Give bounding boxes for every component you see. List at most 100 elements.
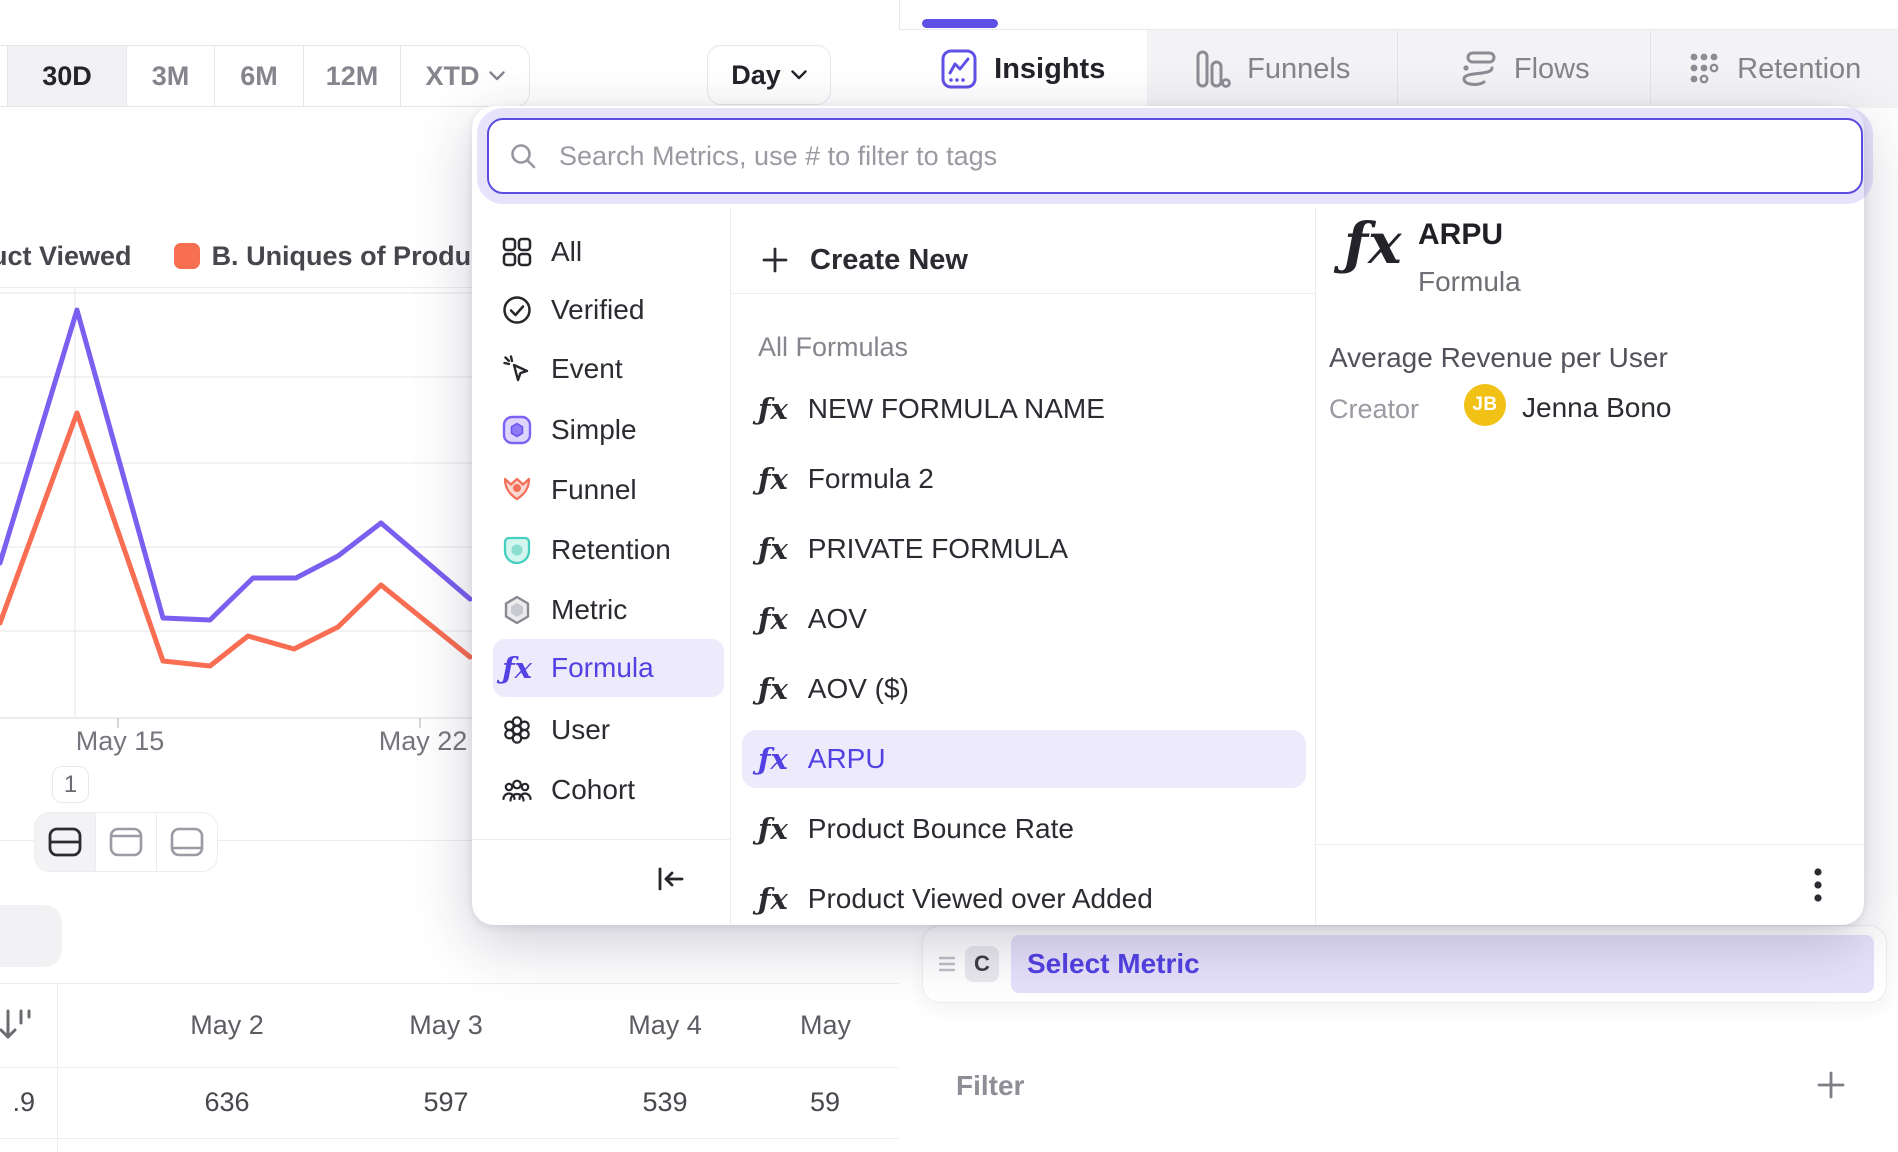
metric-picker-modal: All Verified Event Simple Funnel Retenti… <box>472 106 1864 925</box>
sidebar-item-user[interactable]: User <box>493 701 724 759</box>
select-metric-button[interactable]: Select Metric <box>1011 935 1874 993</box>
drag-handle-icon[interactable] <box>937 954 957 974</box>
chevron-down-icon <box>489 71 505 81</box>
time-range-12m[interactable]: 12M <box>303 46 400 106</box>
formula-name: AOV ($) <box>808 673 909 705</box>
report-type-tabs: Insights Funnels Flows <box>899 30 1898 108</box>
sidebar-item-label: Funnel <box>551 474 637 506</box>
sidebar-item-event[interactable]: Event <box>493 340 724 398</box>
chevron-down-icon <box>791 70 807 80</box>
sidebar-item-label: Formula <box>551 652 654 684</box>
page-1-button[interactable]: 1 <box>52 766 89 803</box>
active-tab-indicator <box>922 19 998 28</box>
formula-list-item-selected[interactable]: ƒx ARPU <box>742 730 1306 788</box>
sidebar-item-cohort[interactable]: Cohort <box>493 761 724 819</box>
flows-icon <box>1458 49 1498 89</box>
filter-section-label: Filter <box>956 1070 1024 1102</box>
layout-top-bar-button[interactable] <box>95 813 156 871</box>
funnel-metric-icon <box>501 474 533 506</box>
legend-item-series-a[interactable]: A. Uniques of Product Viewed <box>0 241 132 272</box>
time-range-control: 30D 3M 6M 12M XTD <box>0 45 530 107</box>
time-range-xtd-dropdown[interactable]: XTD <box>400 46 529 106</box>
formula-name: Product Viewed over Added <box>808 883 1153 915</box>
formula-fx-icon: ƒx <box>758 885 788 914</box>
time-range-30d[interactable]: 30D <box>7 46 126 106</box>
granularity-label: Day <box>731 60 781 91</box>
create-new-label: Create New <box>810 244 968 277</box>
series-b-swatch <box>174 243 200 269</box>
tab-label: Funnels <box>1247 53 1350 86</box>
sidebar-item-retention[interactable]: Retention <box>493 521 724 579</box>
formula-list-item[interactable]: ƒx Product Bounce Rate <box>742 800 1306 858</box>
sidebar-item-label: Simple <box>551 414 637 446</box>
layout-top-icon <box>108 826 144 858</box>
bottom-left-tab[interactable] <box>0 905 62 967</box>
formula-name: ARPU <box>808 743 886 775</box>
series-a-line[interactable] <box>0 310 470 620</box>
formula-fx-icon: ƒx <box>758 605 788 634</box>
granularity-dropdown[interactable]: Day <box>707 45 831 105</box>
x-axis-label: May 15 <box>55 726 185 757</box>
creator-avatar: JB <box>1464 384 1506 426</box>
time-range-3m[interactable]: 3M <box>126 46 214 106</box>
tab-flows[interactable]: Flows <box>1397 30 1650 108</box>
creator-label: Creator <box>1329 394 1419 425</box>
tab-funnels[interactable]: Funnels <box>1147 30 1398 108</box>
time-range-option-partial[interactable] <box>0 46 7 106</box>
formula-list-item[interactable]: ƒx Formula 2 <box>742 450 1306 508</box>
table-header-cell[interactable]: May 3 <box>336 983 556 1067</box>
sidebar-item-label: Cohort <box>551 774 635 806</box>
formula-list-item[interactable]: ƒx Product Viewed over Added <box>742 870 1306 928</box>
sidebar-item-label: Retention <box>551 534 671 566</box>
formula-list-item[interactable]: ƒx NEW FORMULA NAME <box>742 380 1306 438</box>
tab-label: Retention <box>1737 53 1861 86</box>
funnels-icon <box>1193 49 1231 89</box>
metric-row-card: C Select Metric <box>922 925 1887 1003</box>
table-cell: 539 <box>555 1067 775 1138</box>
formula-fx-icon: ƒx <box>758 395 788 424</box>
formula-detail-description: Average Revenue per User <box>1329 342 1668 374</box>
table-row-divider <box>0 1138 899 1139</box>
tab-insights[interactable]: Insights <box>899 30 1147 108</box>
sidebar-item-funnel[interactable]: Funnel <box>493 461 724 519</box>
layout-bottom-icon <box>169 826 205 858</box>
create-new-divider <box>730 293 1315 294</box>
panel-divider <box>899 0 900 30</box>
sidebar-item-all[interactable]: All <box>493 223 724 281</box>
kebab-menu-icon[interactable] <box>1812 866 1824 904</box>
add-filter-button[interactable] <box>1814 1068 1848 1102</box>
x-axis-label: May 22 <box>358 726 488 757</box>
sidebar-item-formula[interactable]: ƒx Formula <box>493 639 724 697</box>
formula-fx-icon: ƒx <box>758 745 788 774</box>
formula-fx-icon: ƒx <box>501 652 533 684</box>
layout-bottom-bar-button[interactable] <box>156 813 217 871</box>
formula-fx-icon: ƒx <box>758 465 788 494</box>
retention-metric-icon <box>501 534 533 566</box>
tab-retention[interactable]: Retention <box>1650 30 1898 108</box>
sidebar-item-simple[interactable]: Simple <box>493 401 724 459</box>
table-cell: .9 <box>0 1067 35 1138</box>
formula-fx-icon-large: ƒx <box>1344 216 1401 272</box>
layout-split-horizontal-button[interactable] <box>35 813 95 871</box>
sidebar-item-label: All <box>551 236 582 268</box>
table-header-cell[interactable]: May 2 <box>117 983 337 1067</box>
table-header-cell[interactable]: May 4 <box>555 983 775 1067</box>
formula-list-item[interactable]: ƒx PRIVATE FORMULA <box>742 520 1306 578</box>
time-range-6m[interactable]: 6M <box>214 46 303 106</box>
formula-list-item[interactable]: ƒx AOV <box>742 590 1306 648</box>
tab-label: Insights <box>994 53 1105 86</box>
search-input[interactable] <box>557 140 1841 173</box>
collapse-sidebar-button[interactable] <box>654 864 688 894</box>
formula-list-item[interactable]: ƒx AOV ($) <box>742 660 1306 718</box>
formula-detail-title: ARPU <box>1418 218 1503 252</box>
xtd-label: XTD <box>426 61 480 92</box>
search-bar <box>487 118 1863 194</box>
sidebar-footer-divider <box>472 839 730 840</box>
sidebar-divider <box>730 208 731 925</box>
sidebar-item-verified[interactable]: Verified <box>493 281 724 339</box>
sidebar-item-metric[interactable]: Metric <box>493 581 724 639</box>
grid-icon <box>501 236 533 268</box>
sort-icon[interactable] <box>0 1003 34 1047</box>
formula-name: Formula 2 <box>808 463 934 495</box>
create-new-button[interactable]: Create New <box>742 231 1308 289</box>
